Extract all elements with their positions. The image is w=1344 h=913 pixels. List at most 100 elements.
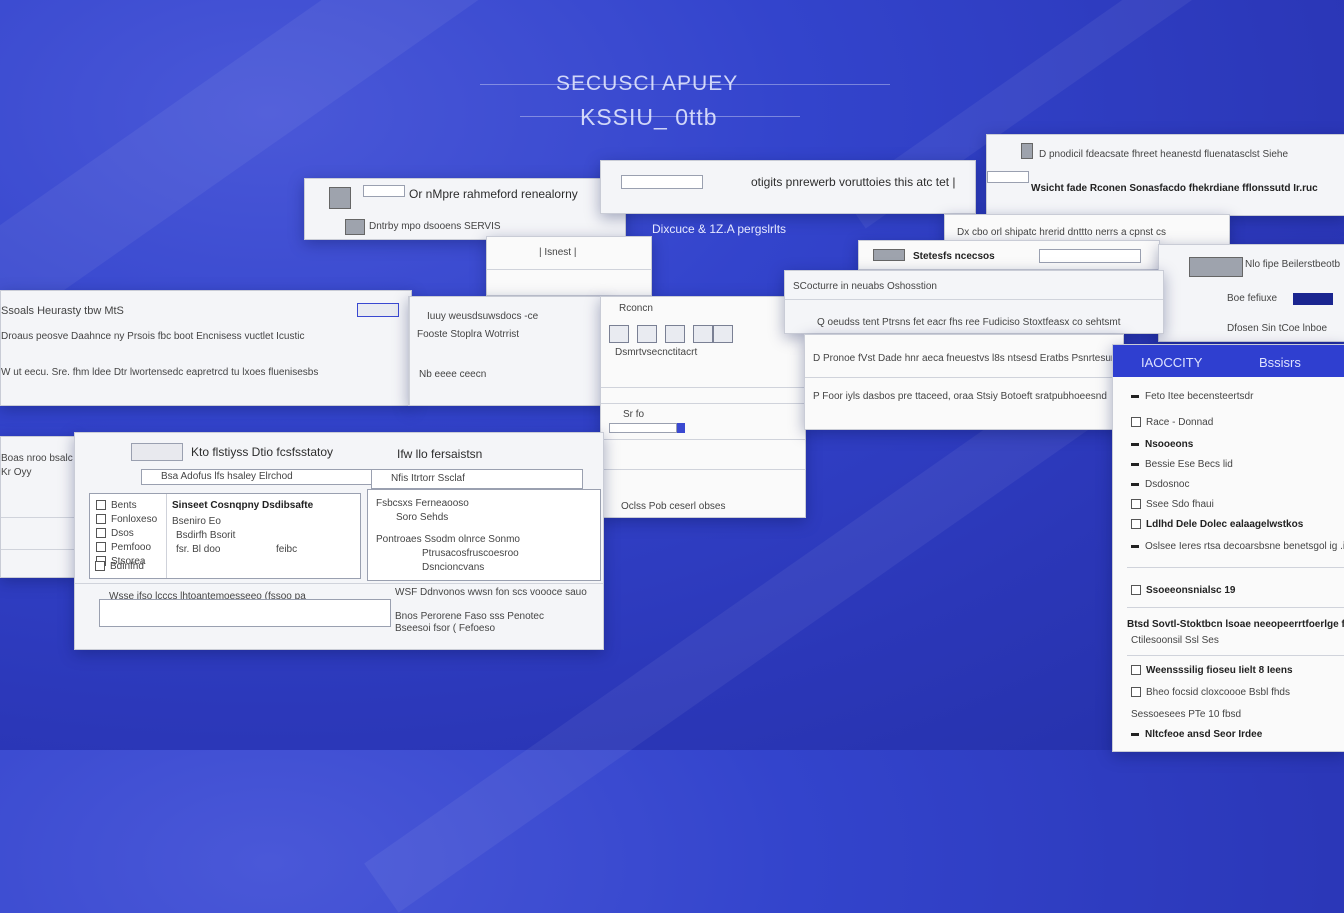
window-icon <box>1189 257 1243 277</box>
title-field[interactable] <box>363 185 405 197</box>
window-k-row-label: Oslsee Ieres rtsa decoarsbsne benetsgol … <box>1145 541 1344 552</box>
window-i-bottom-field[interactable] <box>99 599 391 627</box>
window-k-row-label: Race - Donnad <box>1146 417 1214 428</box>
bullet-icon <box>1131 482 1139 486</box>
window-e: Rconcn Dsmrtvsecnctitacrt Sr fo Oclss Po… <box>600 296 806 518</box>
checkbox[interactable] <box>1131 687 1141 698</box>
checkbox[interactable] <box>96 542 106 553</box>
window-d-row: Nb eeee ceecn <box>419 369 487 380</box>
window-i-bottom: Bseesoi fsor ( Fefoeso <box>395 623 496 634</box>
window-h-row: Boe fefiuxe <box>1227 293 1278 304</box>
window-i-row: Bsdirfh Bsorit <box>176 530 236 541</box>
window-a-footer: | Isnest | <box>486 236 652 296</box>
divider <box>601 439 805 440</box>
toolbar-button[interactable] <box>713 325 733 343</box>
window-i-side: Fsbcsxs Ferneaooso <box>376 498 469 509</box>
checkbox[interactable] <box>1131 519 1141 530</box>
window-i-bottom: Bnos Perorene Faso sss Penotec <box>395 611 544 622</box>
window-k-row-label: Ldlhd Dele Dolec ealaagelwstkos <box>1146 519 1304 530</box>
window-left-row: Kr Oyy <box>1 467 32 478</box>
checkbox[interactable] <box>96 514 106 525</box>
list-item[interactable]: Fonloxeso <box>96 514 157 525</box>
window-f: SCocturre in neuabs Oshosstion Q oeudss … <box>784 270 1164 334</box>
list-item-label: Bents <box>111 500 137 511</box>
list-item[interactable]: Bents <box>96 500 137 511</box>
divider <box>409 297 410 405</box>
window-i-side: Soro Sehds <box>396 512 449 523</box>
window-j-button[interactable] <box>357 303 399 317</box>
window-k-row-label: Ssee Sdo fhaui <box>1146 499 1214 510</box>
checkbox[interactable] <box>96 528 106 539</box>
divider <box>1127 567 1344 568</box>
window-h-row: Nlo fipe Beilerstbeotb <box>1245 259 1341 270</box>
window-c-row: D pnodicil fdeacsate fhreet heanestd flu… <box>1039 149 1289 160</box>
window-i-title: Kto flstiyss Dtio fcsfsstatoy <box>191 445 334 459</box>
window-i-tab[interactable]: Ifw llo fersaistsn <box>397 447 482 461</box>
window-k-row: Bessie Ese Becs lid <box>1131 459 1233 470</box>
window-i-side: Ptrusacosfruscoesroo <box>422 548 519 559</box>
window-k: IAOCCITY Bssisrs Feto Itee becensteertsd… <box>1112 344 1344 752</box>
bullet-icon <box>1131 394 1139 398</box>
window-k-row: Btsd Sovtl-Stoktbcn lsoae neeopeerrtfoer… <box>1127 619 1344 630</box>
window-f-header: SCocturre in neuabs Oshosstion <box>793 281 937 292</box>
window-k-row-label: Weensssilig fioseu Iielt 8 Ieens <box>1146 665 1293 676</box>
window-f-row: D Pronoe fVst Dade hnr aeca fneuestvs l8… <box>813 353 1124 364</box>
divider <box>75 583 603 584</box>
window-a-title: Or nMpre rahmeford renealorny <box>409 187 578 201</box>
list-item[interactable]: Bdinfhd <box>95 561 144 572</box>
window-h-row: Dfosen Sin tCoe lnboe <box>1227 323 1328 334</box>
checkbox[interactable] <box>1131 665 1141 676</box>
checkbox[interactable] <box>96 500 106 511</box>
toolbar-button[interactable] <box>637 325 657 343</box>
window-e-row: Oclss Pob ceserl obses <box>621 501 726 512</box>
window-k-row: Ssee Sdo fhaui <box>1131 499 1214 510</box>
checkbox[interactable] <box>1131 499 1141 510</box>
folder-icon <box>873 249 905 261</box>
folder-icon <box>345 219 365 235</box>
toolbar-button[interactable] <box>693 325 713 343</box>
window-left-stub: Boas nroo bsalc Kr Oyy <box>0 436 76 578</box>
window-c-row: Wsicht fade Rconen Sonasfacdo fhekrdiane… <box>1031 183 1318 194</box>
window-j-row: W ut eecu. Sre. fhm ldee Dtr lwortensedc… <box>1 367 319 378</box>
window-k-row-label: Dsdosnoc <box>1145 479 1190 490</box>
checkbox[interactable] <box>1131 585 1141 596</box>
divider <box>1127 655 1344 656</box>
hero-subtitle: KSSIU_ 0ttb <box>580 104 718 130</box>
list-item-label: Fonloxeso <box>111 514 158 525</box>
window-k-row: Sessoesees PTe 10 fbsd <box>1131 709 1242 720</box>
window-i-app-badge <box>131 443 183 461</box>
window-g-field[interactable] <box>1039 249 1141 263</box>
bullet-icon <box>1131 732 1139 736</box>
window-h: Nlo fipe Beilerstbeotb Boe fefiuxe Dfose… <box>1158 244 1344 342</box>
window-e-tag: Rconcn <box>619 303 653 314</box>
checkbox[interactable] <box>1131 417 1141 428</box>
divider <box>166 494 167 578</box>
checkbox[interactable] <box>95 561 105 572</box>
divider <box>487 269 651 270</box>
window-b-field[interactable] <box>621 175 703 189</box>
window-k-tab[interactable]: Bssisrs <box>1259 355 1301 370</box>
window-a-footer-text: | Isnest | <box>539 247 577 258</box>
toolbar-button[interactable] <box>665 325 685 343</box>
window-k-row-label: Bessie Ese Becs lid <box>1145 459 1233 470</box>
window-e-dropdown[interactable] <box>609 423 677 433</box>
window-f-lower: D Pronoe fVst Dade hnr aeca fneuestvs l8… <box>804 334 1124 430</box>
window-k-row: Ctilesoonsil Ssl Ses <box>1131 635 1219 646</box>
list-item[interactable]: Dsos <box>96 528 134 539</box>
divider <box>1 517 75 518</box>
divider <box>1 549 75 550</box>
list-item-label: Dsos <box>111 528 134 539</box>
divider <box>601 387 805 388</box>
window-f-row: P Foor iyls dasbos pre ttaceed, oraa Sts… <box>813 391 1107 402</box>
window-k-row-label: Feto Itee becensteertsdr <box>1145 391 1254 402</box>
window-k-row: Race - Donnad <box>1131 417 1213 428</box>
window-d-title: Iuuy weusdsuwsdocs -ce <box>427 311 539 322</box>
window-i-field2-label: Nfis Itrtorr Ssclaf <box>391 473 465 484</box>
window-e-row: Dsmrtvsecnctitacrt <box>615 347 698 358</box>
window-e-row: Sr fo <box>623 409 645 420</box>
toolbar-button[interactable] <box>609 325 629 343</box>
window-c-field[interactable] <box>987 171 1029 183</box>
window-k-title: IAOCCITY <box>1141 355 1203 370</box>
list-item[interactable]: Pemfooo <box>96 542 151 553</box>
window-b-subtitle: Dixcuce & 1Z.A pergslrlts <box>652 222 787 236</box>
